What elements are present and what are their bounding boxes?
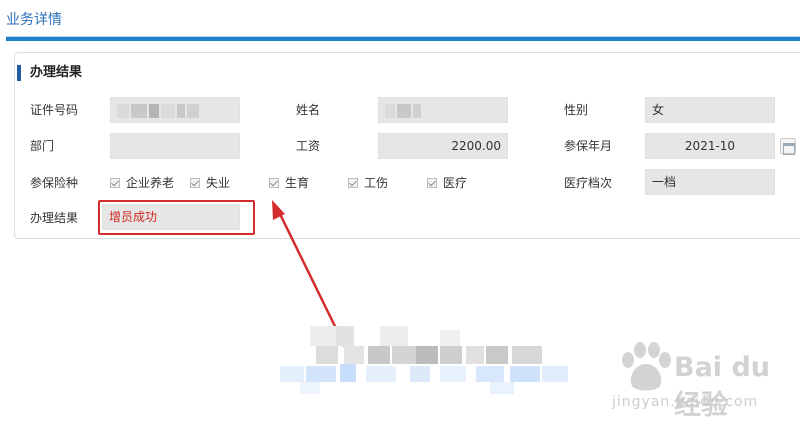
pixelated-redaction [280, 326, 580, 396]
watermark-url: jingyan.baidu.com [612, 394, 759, 410]
paw-icon [622, 342, 671, 391]
baidu-watermark: Bai du 经验 jingyan.baidu.com [612, 340, 800, 430]
watermark-brand: Bai du 经验 [674, 352, 771, 421]
arrow-head [272, 200, 285, 220]
